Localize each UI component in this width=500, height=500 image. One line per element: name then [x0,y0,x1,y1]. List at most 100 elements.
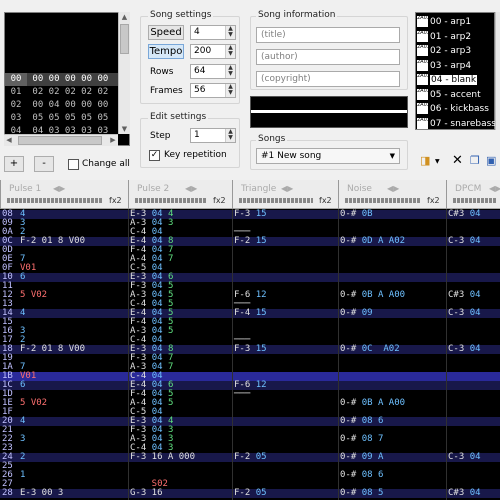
instrument-item[interactable]: 2A0301 - arp2 [416,30,494,44]
cell-tr[interactable]: F-4 15 [234,309,267,318]
clone-icon[interactable]: ❐ [470,154,480,167]
instrument-list-scrollbar[interactable] [495,12,500,130]
pattern-row[interactable]: 0E 7 A-4 04 7 [0,255,500,264]
pattern-row[interactable]: 15 F-4 04 5 [0,318,500,327]
pattern-row[interactable]: 1D F-4 04 5 ─── [0,390,500,399]
new-instrument-icon[interactable]: ◨ [420,154,430,167]
hscroll-thumb[interactable] [18,136,102,145]
pattern-row[interactable]: 1E 5 V02 A-4 04 5 0-# 0B A A00 [0,399,500,408]
instrument-item[interactable]: 2A0300 - arp1 [416,15,494,29]
frame-row[interactable]: 03 05 05 05 05 05 [5,112,119,125]
change-all-checkbox[interactable] [68,159,79,170]
cell-tr[interactable]: F-3 15 [234,345,267,354]
cell-p2[interactable]: G-3 16 [130,489,163,498]
spinner-arrows-icon[interactable]: ▲ ▼ [225,26,235,39]
scroll-up-icon[interactable]: ▲ [119,12,130,22]
songs-select[interactable]: #1 New song ▼ [256,148,400,164]
frame-row[interactable]: 02 00 04 00 00 00 [5,99,119,112]
frame-list-hscrollbar[interactable]: ◀ ▶ [4,134,118,146]
step-spinner[interactable]: 1 ▲ ▼ [190,128,236,143]
cell-no[interactable]: 0-# 0B A A00 [340,399,405,408]
pattern-row[interactable]: 28 E-3 00 3 G-3 16 F-2 05 0-# 08 5 C#3 04 [0,489,500,498]
pattern-row[interactable]: 24 2 F-3 16 A 000 F-2 05 0-# 09 A C-3 04 [0,453,500,462]
channel-arrows-icon[interactable]: ◀▶ [185,184,197,193]
frame-list-vscrollbar[interactable]: ▲ ▼ [118,12,130,134]
cell-p1[interactable]: 1 [20,471,25,480]
cell-dp[interactable]: C-3 04 [448,345,481,354]
cell-dp[interactable]: C-3 04 [448,453,481,462]
channel-pulse-1[interactable]: Pulse 1 ◀▶ fx2 [0,180,128,209]
instrument-item[interactable]: 2A0305 - accent [416,88,494,102]
pattern-row[interactable]: 18 F-2 01 8 V00 E-3 04 8 F-3 15 0-# 0C A02 C-… [0,345,500,354]
cell-tr[interactable]: F-2 15 [234,237,267,246]
cell-p1[interactable]: 6 [20,273,25,282]
pattern-row[interactable]: 26 1 0-# 08 6 [0,471,500,480]
cell-p1[interactable]: F-2 01 8 V00 [20,237,85,246]
rows-spinner[interactable]: 64 ▲ ▼ [190,64,236,79]
spinner-arrows-icon[interactable]: ▲ ▼ [225,84,235,97]
frames-spinner[interactable]: 56 ▲ ▼ [190,83,236,98]
pattern-row[interactable]: 1F C-5 04 [0,408,500,417]
cell-tr[interactable]: F-3 15 [234,210,267,219]
pattern-row[interactable]: 10 6 E-3 04 6 [0,273,500,282]
cell-no[interactable]: 0-# 0D A A02 [340,237,405,246]
pattern-row[interactable]: 20 4 E-3 04 4 0-# 08 6 [0,417,500,426]
cell-tr[interactable]: F-2 05 [234,453,267,462]
cell-no[interactable]: 0-# 08 6 [340,417,383,426]
cell-dp[interactable]: C-3 04 [448,237,481,246]
scroll-left-icon[interactable]: ◀ [4,135,14,146]
pattern-row[interactable]: 08 4 E-3 04 4 F-3 15 0-# 0B C#3 04 [0,210,500,219]
instrument-item[interactable]: 2A0302 - arp3 [416,44,494,58]
cell-no[interactable]: 0-# 08 5 [340,489,383,498]
cell-p1[interactable]: 2 [20,453,25,462]
cell-no[interactable]: 0-# 0B A A00 [340,291,405,300]
pattern-row[interactable]: 21 F-3 04 3 [0,426,500,435]
pattern-row[interactable]: 14 4 E-4 04 5 F-4 15 0-# 09 C-3 04 [0,309,500,318]
cell-no[interactable]: 0-# 08 7 [340,435,383,444]
cell-dp[interactable]: C#3 04 [448,291,481,300]
channel-arrows-icon[interactable]: ◀▶ [387,184,399,193]
cell-no[interactable]: 0-# 0B [340,210,373,219]
pattern-row[interactable]: 19 F-3 04 7 [0,354,500,363]
channel-arrows-icon[interactable]: ◀▶ [281,184,293,193]
pattern-row[interactable]: 0F V01 C-5 04 [0,264,500,273]
instrument-item[interactable]: 2A0307 - snarebass [416,117,496,131]
copyright-field[interactable]: (copyright) [256,71,400,87]
instrument-item[interactable]: 2A0304 - blank [416,73,494,87]
frame-row[interactable]: 01 02 02 02 02 02 [5,86,119,99]
remove-frame-button[interactable]: - [34,156,54,172]
cell-dp[interactable]: C#3 04 [448,489,481,498]
pattern-row[interactable]: 22 3 A-3 04 3 0-# 08 7 [0,435,500,444]
key-repetition-checkbox[interactable]: ✓ [149,150,160,161]
cell-p1[interactable]: 4 [20,417,25,426]
open-icon[interactable]: ▣ [486,154,496,167]
visualizer[interactable] [250,96,408,128]
speed-spinner[interactable]: 4 ▲ ▼ [190,25,236,40]
tempo-spinner[interactable]: 200 ▲ ▼ [190,44,236,59]
cell-p1[interactable]: 6 [20,381,25,390]
instrument-item[interactable]: 2A0306 - kickbass [416,102,494,116]
author-field[interactable]: (author) [256,49,400,65]
frame-row[interactable]: 00 00 00 00 00 00 [5,73,119,86]
delete-icon[interactable]: ✕ [452,153,463,168]
channel-arrows-icon[interactable]: ◀▶ [53,184,65,193]
cell-dp[interactable]: C-3 04 [448,309,481,318]
cell-no[interactable]: 0-# 09 A [340,453,383,462]
cell-p2[interactable]: F-3 16 A 000 [130,453,195,462]
channel-arrows-icon[interactable]: ◀▶ [489,184,500,193]
cell-tr[interactable]: ─── [234,390,250,399]
pattern-row[interactable]: 25 [0,462,500,471]
channel-pulse-2[interactable]: Pulse 2 ◀▶ fx2 [128,180,232,209]
cell-tr[interactable]: F-2 05 [234,489,267,498]
channel-triangle[interactable]: Triangle ◀▶ fx2 [232,180,338,209]
tempo-button[interactable]: Tempo [148,44,184,59]
instrument-list[interactable]: 2A0300 - arp1 2A0301 - arp2 2A0302 - arp3 2… [415,12,496,131]
channel-dpcm[interactable]: DPCM ◀▶ [446,180,500,209]
instrument-item[interactable]: 2A0303 - arp4 [416,59,494,73]
cell-no[interactable]: 0-# 08 6 [340,471,383,480]
spinner-arrows-icon[interactable]: ▲ ▼ [225,45,235,58]
pattern-editor[interactable]: Pulse 1 ◀▶ fx2 Pulse 2 ◀▶ fx2 Triangle ◀▶ fx2 Noi… [0,180,500,500]
cell-p1[interactable]: 3 [20,435,25,444]
pattern-row[interactable]: 0C F-2 01 8 V00 E-4 04 8 F-2 15 0-# 0D A A02… [0,237,500,246]
cell-p1[interactable]: 5 V02 [20,291,47,300]
